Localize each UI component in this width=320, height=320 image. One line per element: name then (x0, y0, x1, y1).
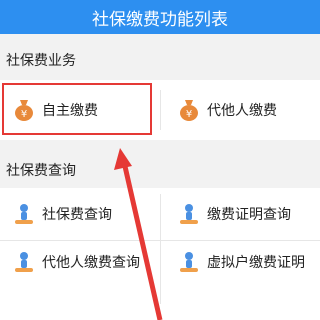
section-title-query: 社保费查询 (6, 163, 76, 179)
svg-text:¥: ¥ (21, 109, 27, 120)
payment-proof-query-button[interactable]: 缴费证明查询 (175, 200, 291, 228)
payment-proof-query-label: 缴费证明查询 (207, 207, 291, 223)
business-panel: ¥ 自主缴费 ¥ 代他人缴费 (0, 80, 320, 140)
pay-for-others-query-button[interactable]: 代他人缴费查询 (10, 248, 140, 276)
person-query-icon (175, 248, 203, 276)
pay-for-others-label: 代他人缴费 (207, 103, 277, 119)
social-fee-query-button[interactable]: 社保费查询 (10, 200, 112, 228)
money-bag-icon: ¥ (175, 96, 203, 124)
self-pay-label: 自主缴费 (42, 103, 98, 119)
divider (160, 194, 161, 304)
page-title: 社保缴费功能列表 (92, 9, 228, 30)
virtual-account-proof-label: 虚拟户缴费证明 (207, 255, 305, 271)
section-title-business: 社保费业务 (6, 53, 76, 69)
svg-text:¥: ¥ (186, 109, 192, 120)
person-query-icon (175, 200, 203, 228)
social-fee-query-label: 社保费查询 (42, 207, 112, 223)
person-query-icon (10, 200, 38, 228)
money-bag-icon: ¥ (10, 96, 38, 124)
pay-for-others-button[interactable]: ¥ 代他人缴费 (175, 96, 277, 124)
page-header: 社保缴费功能列表 (0, 0, 320, 34)
virtual-account-proof-button[interactable]: 虚拟户缴费证明 (175, 248, 305, 276)
person-query-icon (10, 248, 38, 276)
self-pay-button[interactable]: ¥ 自主缴费 (10, 96, 98, 124)
divider (160, 90, 161, 130)
pay-for-others-query-label: 代他人缴费查询 (42, 255, 140, 271)
query-panel: 社保费查询 缴费证明查询 代他人缴费查询 虚拟户缴费证明 (0, 188, 320, 320)
